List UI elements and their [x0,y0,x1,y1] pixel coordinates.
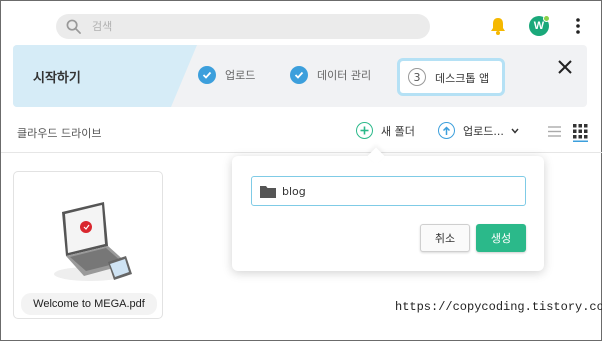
onboarding-step-desktop-app[interactable]: 3 데스크톱 앱 [397,58,505,96]
onboarding-step-data[interactable]: 데이터 관리 [290,66,371,84]
avatar[interactable]: W [529,15,550,36]
bell-icon[interactable] [489,16,507,36]
plus-circle-icon [356,122,373,139]
laptop-pdf-thumbnail [54,202,132,281]
more-menu-icon[interactable] [573,17,583,35]
chevron-down-icon [511,128,519,134]
breadcrumb[interactable]: 클라우드 드라이브 [17,125,101,141]
search-icon [66,19,81,34]
cancel-button[interactable]: 취소 [420,224,470,252]
grid-view-icon[interactable] [573,124,588,142]
new-folder-label: 새 폴더 [381,124,415,138]
upload-label: 업로드... [463,124,504,138]
step-label: 데스크톱 앱 [435,72,490,85]
new-folder-dialog: 취소 생성 [232,147,544,271]
folder-name-field[interactable] [251,176,526,206]
onboarding-title: 시작하기 [33,71,81,86]
upload-button[interactable]: 업로드... [438,122,519,139]
create-button[interactable]: 생성 [476,224,526,252]
folder-icon [260,186,276,198]
avatar-letter: W [533,20,545,32]
list-view-icon[interactable] [548,125,561,138]
step-label: 업로드 [225,69,256,82]
search-input[interactable] [92,17,412,36]
file-card[interactable]: Welcome to MEGA.pdf [13,171,163,319]
folder-name-input[interactable] [282,182,512,200]
toolbar-divider [1,152,602,153]
step-number: 3 [408,68,426,86]
new-folder-button[interactable]: 새 폴더 [356,122,415,139]
search-bar[interactable] [56,14,430,39]
app-window: W 시작하기 업로드 데이터 관리 3 데스크톱 앱 클라우드 드 [0,0,602,341]
online-status-dot [543,15,550,22]
file-name: Welcome to MEGA.pdf [21,293,157,315]
onboarding-step-upload[interactable]: 업로드 [198,66,255,84]
dialog-pointer [367,147,385,165]
watermark-url: https://copycoding.tistory.com/ [395,300,602,314]
check-icon [290,66,308,84]
close-icon[interactable] [557,59,573,75]
check-icon [198,66,216,84]
step-label: 데이터 관리 [317,69,372,82]
upload-arrow-icon [438,122,455,139]
